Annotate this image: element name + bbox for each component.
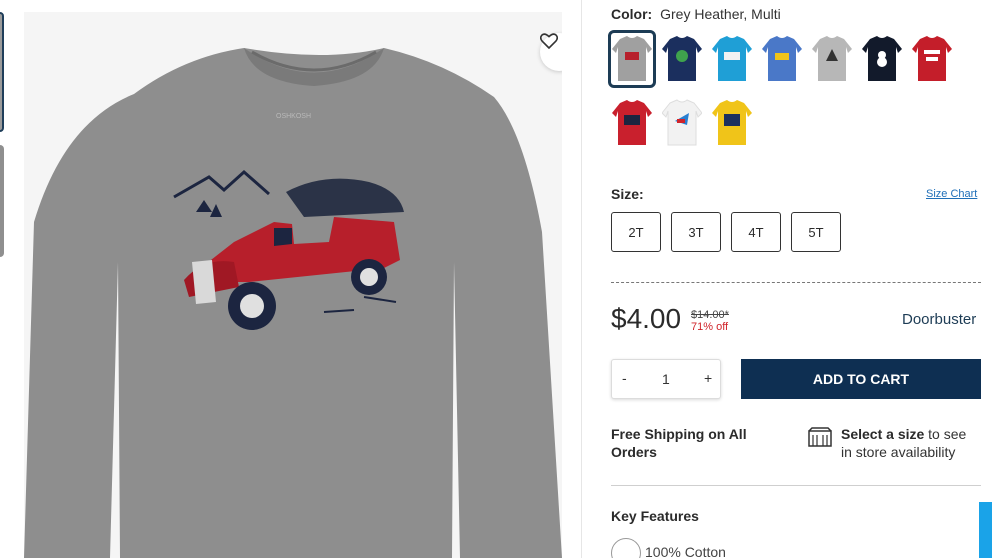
size-option-2t[interactable]: 2T [611,212,661,252]
size-option-3t[interactable]: 3T [671,212,721,252]
store-icon [808,427,832,447]
shirt-thumbnail-icon [662,99,702,146]
swatch-black-snowman[interactable] [858,30,906,88]
shirt-thumbnail-icon [712,100,752,145]
main-product-image: OSHKOSH [24,12,562,558]
shirt-thumbnail-icon [712,36,752,81]
original-price: $14.00* [691,309,729,321]
swatch-red-santa[interactable] [608,94,656,152]
swatch-navy-dino[interactable] [658,30,706,88]
shirt-thumbnail-icon [662,36,702,81]
discount-label: 71% off [691,321,729,333]
svg-text:OSHKOSH: OSHKOSH [276,113,311,120]
swatch-red-worlds[interactable] [908,30,956,88]
thumbnail-strip [0,0,8,558]
thumbnail-image-1[interactable] [0,12,4,132]
feature-cotton: 100% Cotton [645,544,726,558]
product-shirt-image: OSHKOSH [24,48,562,558]
section-divider [611,282,981,283]
key-features-heading: Key Features [611,508,699,524]
quantity-decrease-button[interactable]: - [622,370,627,386]
swatch-white-graphic[interactable] [658,94,706,152]
product-page: OSHKOSH Color: Grey Heather, Multi Size:… [0,0,992,558]
quantity-increase-button[interactable]: + [704,370,712,386]
quantity-value[interactable]: 1 [662,371,670,387]
color-label: Color: [611,6,653,22]
size-option-4t[interactable]: 4T [731,212,781,252]
doorbuster-badge: Doorbuster [902,311,977,328]
shirt-thumbnail-icon [612,100,652,145]
thumbnail-image-2[interactable] [0,145,4,257]
free-shipping-text: Free Shipping on All Orders [611,426,747,460]
size-option-5t[interactable]: 5T [791,212,841,252]
add-to-cart-button[interactable]: ADD TO CART [741,359,981,399]
shirt-thumbnail-icon [762,36,802,81]
cotton-icon [611,538,641,558]
sale-price: $4.00 [611,303,682,334]
color-value: Grey Heather, Multi [660,6,781,22]
shirt-thumbnail-icon [862,36,902,81]
section-divider [611,485,981,486]
swatch-yellow-graphic[interactable] [708,94,756,152]
heart-icon [540,33,558,49]
color-selector-label: Color: Grey Heather, Multi [611,6,781,22]
feedback-tab[interactable] [979,502,992,558]
shirt-thumbnail-icon [812,36,852,81]
select-size-text: Select a size [841,426,925,442]
size-chart-link[interactable]: Size Chart [926,188,977,200]
shirt-thumbnail-icon [612,36,652,81]
product-details-panel: Color: Grey Heather, Multi Size: Size Ch… [581,0,992,558]
swatch-grey-firetruck[interactable] [608,30,656,88]
size-label: Size: [611,186,644,202]
store-availability-text: Select a size to see in store availabili… [841,425,981,461]
swatch-teal-monster-truck[interactable] [708,30,756,88]
swatch-grey-dino[interactable] [808,30,856,88]
quantity-stepper: - 1 + [611,359,721,399]
shirt-thumbnail-icon [912,36,952,81]
swatch-blue-truck[interactable] [758,30,806,88]
